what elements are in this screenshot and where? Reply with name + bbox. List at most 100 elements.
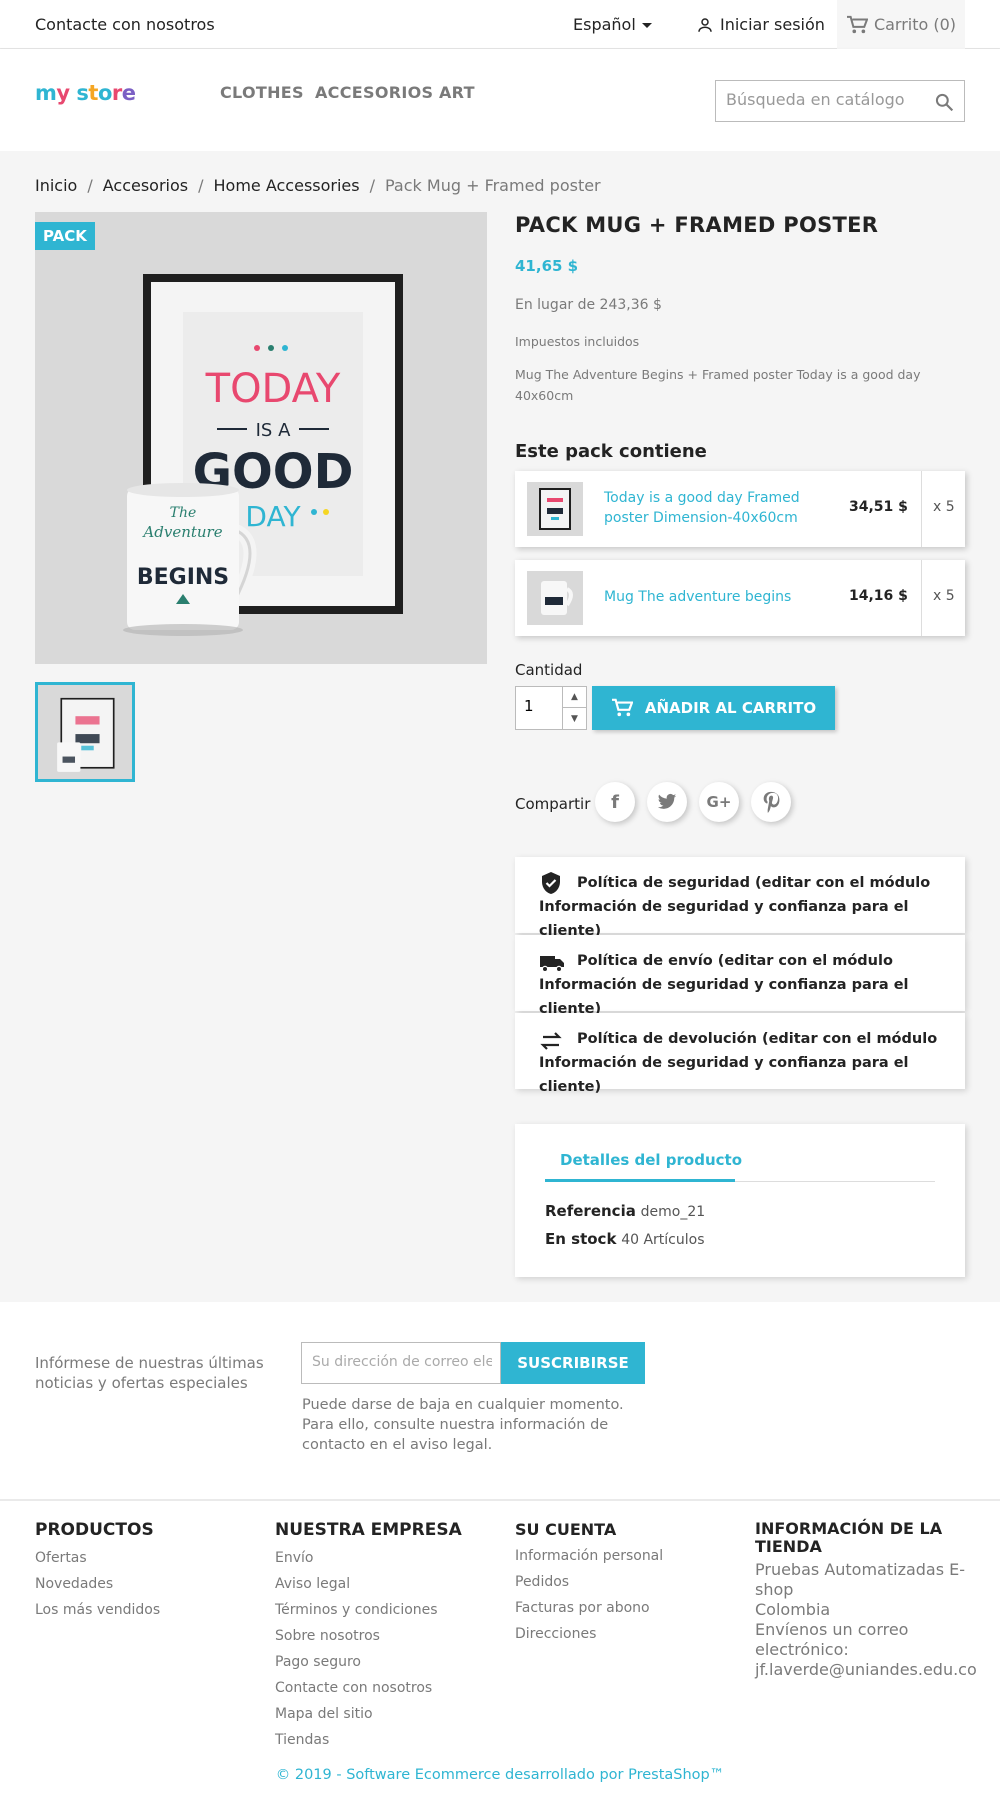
reference-label: Referencia: [545, 1202, 636, 1220]
chevron-down-icon[interactable]: ▼: [562, 708, 586, 729]
footer-store-title: INFORMACIÓN DE LA TIENDA: [755, 1519, 943, 1556]
chevron-up-icon[interactable]: ▲: [562, 687, 586, 708]
footer-link[interactable]: Facturas por abono: [515, 1600, 650, 1616]
signin-link[interactable]: Iniciar sesión: [696, 15, 825, 34]
footer-link[interactable]: Direcciones: [515, 1626, 596, 1642]
footer-link[interactable]: Ofertas: [35, 1550, 87, 1566]
product-main-image[interactable]: TODAY IS A GOOD DAY The Adventure BEGINS: [35, 212, 487, 664]
mug-word-begins: BEGINS: [137, 565, 229, 590]
reassurance-returns: Política de devolución (editar con el mó…: [515, 1013, 965, 1095]
breadcrumb-home-accessories[interactable]: Home Accessories: [214, 176, 360, 195]
facebook-icon[interactable]: f: [595, 782, 635, 822]
search-input[interactable]: [726, 90, 926, 109]
nav-clothes[interactable]: CLOTHES: [220, 83, 304, 102]
footer-link[interactable]: Tiendas: [275, 1732, 329, 1748]
product-description: Mug The Adventure Begins + Framed poster…: [515, 367, 921, 403]
pack-item-name[interactable]: Mug The adventure begins: [604, 587, 804, 607]
share-label: Compartir: [515, 795, 591, 813]
language-label: Español: [573, 15, 636, 34]
store-email-label: Envíenos un correo electrónico:: [755, 1620, 909, 1659]
cart-label: Carrito (0): [873, 15, 957, 34]
user-icon: [698, 17, 712, 32]
store-country: Colombia: [755, 1600, 831, 1619]
poster-word-day: DAY: [245, 500, 301, 533]
footer-link[interactable]: Información personal: [515, 1548, 663, 1564]
nav-art[interactable]: ART: [439, 83, 475, 102]
thumbnail-illustration: [38, 685, 132, 779]
quantity-input[interactable]: [524, 697, 564, 715]
breadcrumb-current: Pack Mug + Framed poster: [385, 176, 601, 195]
reassurance-security: Política de seguridad (editar con el mód…: [515, 857, 965, 939]
search-icon[interactable]: [934, 92, 954, 112]
store-name: Pruebas Automatizadas E-shop: [755, 1560, 966, 1599]
store-email[interactable]: jf.laverde@uniandes.edu.co: [755, 1660, 985, 1680]
divider: [921, 560, 922, 636]
stock-row: En stock 40 Artículos: [545, 1230, 705, 1248]
pack-item: Today is a good day Framed poster Dimens…: [515, 471, 965, 547]
footer-link[interactable]: Pago seguro: [275, 1654, 361, 1670]
footer-link[interactable]: Envío: [275, 1550, 313, 1566]
cart-button[interactable]: Carrito (0): [837, 0, 965, 49]
footer-products-title: PRODUCTOS: [35, 1520, 154, 1540]
pack-item-price: 14,16 $: [849, 588, 908, 604]
product-thumbnail[interactable]: [35, 682, 135, 782]
newsletter-email-input[interactable]: [312, 1354, 492, 1370]
reassurance-text: Política de envío (editar con el módulo …: [539, 953, 909, 1017]
reassurance-text: Política de seguridad (editar con el mód…: [539, 875, 931, 939]
copyright-link[interactable]: © 2019 - Software Ecommerce desarrollado…: [0, 1767, 1000, 1783]
reassurance-shipping: Política de envío (editar con el módulo …: [515, 935, 965, 1017]
store-logo[interactable]: my store: [35, 79, 145, 115]
newsletter-text: Infórmese de nuestras últimas noticias y…: [35, 1354, 264, 1392]
reassurance-text: Política de devolución (editar con el mó…: [539, 1031, 938, 1095]
footer-link[interactable]: Sobre nosotros: [275, 1628, 380, 1644]
quantity-label: Cantidad: [515, 661, 583, 679]
top-nav: Contacte con nosotros Español Iniciar se…: [0, 0, 1000, 49]
footer-link[interactable]: Términos y condiciones: [275, 1602, 438, 1618]
pack-item-name[interactable]: Today is a good day Framed poster Dimens…: [604, 488, 804, 528]
quantity-stepper: ▲ ▼: [515, 686, 587, 730]
footer-link[interactable]: Pedidos: [515, 1574, 569, 1590]
twitter-icon[interactable]: [647, 782, 687, 822]
breadcrumb-home[interactable]: Inicio: [35, 176, 77, 195]
nav-accesorios[interactable]: ACCESORIOS: [315, 83, 433, 102]
logo-wordmark: my store: [35, 81, 136, 105]
stock-value: 40 Artículos: [621, 1232, 705, 1248]
footer-link[interactable]: Los más vendidos: [35, 1602, 160, 1618]
breadcrumb: Inicio / Accesorios / Home Accessories / Pack …: [35, 176, 601, 195]
svg-text:my store: my store: [35, 81, 136, 105]
product-old-price: En lugar de 243,36 $: [515, 297, 662, 313]
newsletter-note: Puede darse de baja en cualquier momento…: [302, 1397, 624, 1453]
subscribe-button[interactable]: SUSCRIBIRSE: [501, 1342, 645, 1384]
mug-word-adventure: Adventure: [141, 523, 222, 541]
product-details-card: Detalles del producto Referencia demo_21…: [515, 1124, 965, 1277]
tab-product-details[interactable]: Detalles del producto: [560, 1151, 742, 1169]
store-info: Pruebas Automatizadas E-shop Colombia En…: [755, 1560, 985, 1680]
contact-link[interactable]: Contacte con nosotros: [35, 15, 215, 34]
pack-item-image[interactable]: [527, 482, 583, 536]
site-header: my store CLOTHES ACCESORIOS ART: [0, 49, 1000, 151]
breadcrumb-separator: /: [87, 176, 93, 195]
footer-company-title: NUESTRA EMPRESA: [275, 1520, 462, 1540]
footer-link[interactable]: Mapa del sitio: [275, 1706, 373, 1722]
poster-word-today: TODAY: [205, 366, 341, 412]
reference-row: Referencia demo_21: [545, 1202, 705, 1220]
language-selector[interactable]: Español: [573, 15, 652, 34]
pinterest-icon[interactable]: [751, 782, 791, 822]
footer-link[interactable]: Aviso legal: [275, 1576, 350, 1592]
footer-account-title: SU CUENTA: [515, 1520, 617, 1539]
pack-item-image[interactable]: [527, 571, 583, 625]
breadcrumb-accesorios[interactable]: Accesorios: [103, 176, 188, 195]
active-tab-indicator: [545, 1179, 735, 1182]
footer-link[interactable]: Contacte con nosotros: [275, 1680, 432, 1696]
google-plus-icon[interactable]: G+: [699, 782, 739, 822]
breadcrumb-separator: /: [198, 176, 204, 195]
pack-badge: PACK: [35, 222, 95, 250]
cart-icon: [846, 15, 868, 33]
tax-label: Impuestos incluidos: [515, 334, 640, 349]
add-to-cart-button[interactable]: AÑADIR AL CARRITO: [592, 686, 835, 730]
newsletter-email-field: [301, 1342, 501, 1384]
pack-item: Mug The adventure begins 14,16 $ x 5: [515, 560, 965, 636]
footer-link[interactable]: Novedades: [35, 1576, 113, 1592]
signin-label: Iniciar sesión: [720, 15, 825, 34]
pack-item-qty: x 5: [933, 588, 955, 604]
